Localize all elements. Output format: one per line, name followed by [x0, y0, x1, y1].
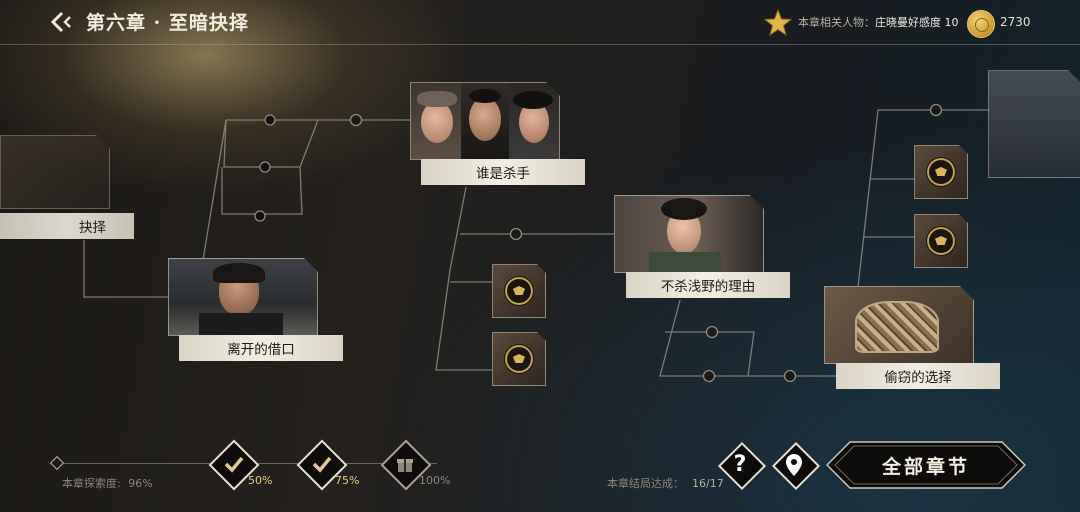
coin-icon — [967, 10, 995, 38]
related-value: 庄晓曼好感度 10 — [875, 16, 959, 29]
back-arrow-icon[interactable] — [50, 11, 76, 33]
story-node-next-partial[interactable] — [988, 70, 1080, 178]
explore-label: 本章探索度: — [62, 477, 121, 490]
locked-emblem-icon — [926, 226, 956, 256]
locked-emblem-icon — [504, 344, 534, 374]
coin-count: 2730 — [1000, 15, 1031, 29]
node-spare-image — [614, 195, 764, 273]
milestone-50-label: 50% — [248, 474, 273, 487]
milestone-100-label: 100% — [419, 474, 451, 487]
node-prev-image — [0, 135, 110, 209]
locked-node-right-2[interactable] — [914, 214, 968, 268]
gift-icon — [397, 459, 413, 472]
help-icon: ? — [733, 451, 747, 477]
explore-progress: 本章探索度: 96% — [62, 475, 153, 491]
node-theft-label: 偷窃的选择 — [836, 363, 1000, 389]
story-node-killer[interactable]: 谁是杀手 — [410, 82, 586, 188]
node-killer-label: 谁是杀手 — [421, 159, 585, 185]
locked-node-mid-1[interactable] — [492, 264, 546, 318]
story-node-prev[interactable]: 抉择 — [0, 135, 140, 245]
explore-value: 96% — [128, 477, 153, 490]
star-icon — [764, 9, 792, 37]
node-leave-label: 离开的借口 — [179, 335, 343, 361]
check-icon — [312, 456, 332, 473]
chapter-title: 第六章 · 至暗抉择 — [86, 12, 249, 34]
locked-emblem-icon — [504, 276, 534, 306]
locked-node-mid-2[interactable] — [492, 332, 546, 386]
related-character-affinity: 本章相关人物：庄晓曼好感度 10 — [798, 14, 959, 30]
ending-label: 本章结局达成： — [607, 477, 684, 490]
story-node-leave[interactable]: 离开的借口 — [168, 258, 344, 364]
node-prev-label: 抉择 — [0, 213, 134, 239]
milestone-75-label: 75% — [335, 474, 360, 487]
location-pin-icon — [786, 454, 802, 476]
node-spare-label: 不杀浅野的理由 — [626, 272, 790, 298]
node-theft-image — [824, 286, 974, 364]
story-node-theft[interactable]: 偷窃的选择 — [824, 286, 1000, 392]
ending-progress: 本章结局达成： 16/17 — [607, 475, 724, 491]
node-killer-image — [410, 82, 560, 160]
related-label: 本章相关人物： — [798, 16, 875, 29]
node-leave-image — [168, 258, 318, 336]
check-icon — [224, 456, 244, 473]
all-chapters-label: 全部章节 — [881, 455, 970, 478]
locked-node-right-1[interactable] — [914, 145, 968, 199]
story-node-spare[interactable]: 不杀浅野的理由 — [614, 195, 794, 301]
locked-emblem-icon — [926, 157, 956, 187]
